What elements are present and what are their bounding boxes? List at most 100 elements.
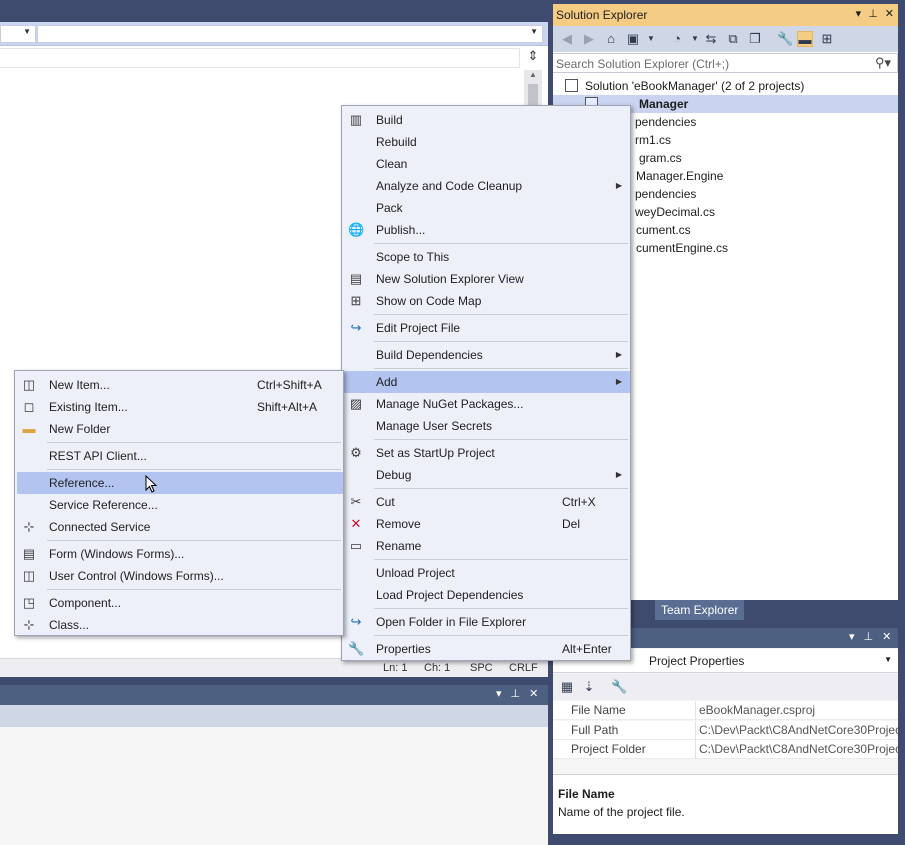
cut-icon: ✂: [350, 494, 362, 509]
menu-item-user-control[interactable]: ◫ User Control (Windows Forms)...: [17, 565, 343, 587]
menu-item-new-folder[interactable]: ▬ New Folder: [17, 418, 343, 440]
show-all-files-icon[interactable]: ❐: [747, 31, 763, 47]
edit-file-icon: ↪: [350, 320, 362, 335]
line-ending[interactable]: CRLF: [509, 662, 538, 674]
pending-changes-icon[interactable]: ◔: [669, 31, 685, 47]
dropdown-icon[interactable]: ▾: [849, 630, 855, 643]
menu-item-properties[interactable]: 🔧 Properties Alt+Enter: [344, 638, 630, 660]
menu-item-new-view[interactable]: ▤ New Solution Explorer View: [344, 268, 630, 290]
collapse-all-icon[interactable]: ⧉: [725, 31, 741, 47]
project-context-menu: ▥ Build Rebuild Clean Analyze and Code Cl…: [341, 105, 631, 661]
property-row[interactable]: Full Path C:\Dev\Packt\C8AndNetCore30Pro…: [553, 721, 898, 740]
menu-item-code-map[interactable]: ⊞ Show on Code Map: [344, 290, 630, 312]
solution-explorer-titlebar: Solution Explorer ▾ ⊥ ✕: [553, 4, 898, 26]
menu-item-service-reference[interactable]: Service Reference...: [17, 494, 343, 516]
description-title: File Name: [558, 787, 615, 801]
scroll-up-icon[interactable]: ▲: [529, 70, 537, 79]
menu-item-reference[interactable]: Reference...: [17, 472, 343, 494]
property-row[interactable]: Project Folder C:\Dev\Packt\C8AndNetCore…: [553, 740, 898, 759]
menu-item-connected-service[interactable]: ⊹ Connected Service: [17, 516, 343, 538]
menu-item-startup[interactable]: ⚙ Set as StartUp Project: [344, 442, 630, 464]
close-icon[interactable]: ✕: [885, 7, 894, 20]
menu-item-build-deps[interactable]: Build Dependencies ▶: [344, 344, 630, 366]
wrench-icon[interactable]: 🔧: [777, 31, 793, 47]
menu-item-edit-project[interactable]: ↪ Edit Project File: [344, 317, 630, 339]
tree-item-solution[interactable]: Solution 'eBookManager' (2 of 2 projects…: [553, 77, 898, 95]
menu-item-build[interactable]: ▥ Build: [344, 109, 630, 131]
remove-icon: ✕: [350, 516, 362, 531]
menu-item-remove[interactable]: ✕ Remove Del: [344, 513, 630, 535]
line-number: Ln: 1: [383, 662, 408, 674]
project-combo[interactable]: ▼: [0, 25, 36, 43]
menu-item-load-deps[interactable]: Load Project Dependencies: [344, 584, 630, 606]
pin-icon[interactable]: ⊥: [864, 630, 874, 643]
menu-item-add[interactable]: Add ▶: [344, 371, 630, 393]
menu-separator: [47, 589, 341, 590]
menu-item-rest-api[interactable]: REST API Client...: [17, 445, 343, 467]
home-icon[interactable]: ⌂: [603, 31, 619, 47]
wrench-icon[interactable]: 🔧: [611, 679, 627, 695]
menu-item-unload[interactable]: Unload Project: [344, 562, 630, 584]
code-map-icon[interactable]: ⊞: [819, 31, 835, 47]
menu-item-clean[interactable]: Clean: [344, 153, 630, 175]
close-icon[interactable]: ✕: [529, 687, 538, 700]
menu-item-rename[interactable]: ▭ Rename: [344, 535, 630, 557]
sync-icon[interactable]: ⇆: [703, 31, 719, 47]
close-icon[interactable]: ✕: [882, 630, 891, 643]
alphabetical-icon[interactable]: ⇣: [581, 679, 597, 695]
property-description: File Name Name of the project file.: [553, 774, 898, 834]
menu-separator: [47, 442, 341, 443]
forward-icon[interactable]: ▶: [581, 31, 597, 47]
back-icon[interactable]: ◀: [559, 31, 575, 47]
tab-team-explorer[interactable]: Team Explorer: [655, 600, 745, 620]
menu-item-rebuild[interactable]: Rebuild: [344, 131, 630, 153]
menu-item-open-folder[interactable]: ↪ Open Folder in File Explorer: [344, 611, 630, 633]
menu-item-debug[interactable]: Debug ▶: [344, 464, 630, 486]
preview-icon[interactable]: ▬: [797, 31, 813, 47]
chevron-down-icon[interactable]: ▼: [643, 31, 659, 47]
menu-separator: [374, 243, 628, 244]
menu-separator: [374, 608, 628, 609]
build-icon: ▥: [349, 112, 363, 127]
chevron-down-icon[interactable]: ▼: [687, 31, 703, 47]
rename-icon: ▭: [349, 538, 363, 553]
menu-item-pack[interactable]: Pack: [344, 197, 630, 219]
member-combo[interactable]: ▼: [37, 25, 543, 43]
whitespace-mode[interactable]: SPC: [470, 662, 493, 674]
menu-separator: [374, 488, 628, 489]
user-control-icon: ◫: [22, 568, 36, 583]
menu-item-scope[interactable]: Scope to This: [344, 246, 630, 268]
output-panel-header: ▾ ⊥ ✕: [0, 685, 548, 705]
mouse-cursor-icon: [145, 475, 157, 493]
property-row[interactable]: File Name eBookManager.csproj: [553, 701, 898, 720]
menu-item-component[interactable]: ◳ Component...: [17, 592, 343, 614]
submenu-arrow-icon: ▶: [615, 377, 622, 386]
new-item-icon: ◫: [22, 377, 36, 392]
chevron-down-icon: ▼: [23, 27, 31, 36]
switch-views-icon[interactable]: ▣: [625, 31, 641, 47]
open-folder-icon: ↪: [350, 614, 362, 629]
pin-icon[interactable]: ⊥: [511, 687, 521, 700]
menu-separator: [374, 635, 628, 636]
menu-item-analyze[interactable]: Analyze and Code Cleanup ▶: [344, 175, 630, 197]
menu-separator: [47, 469, 341, 470]
categorized-icon[interactable]: ▦: [559, 679, 575, 695]
menu-item-class[interactable]: ⊹ Class...: [17, 614, 343, 636]
menu-item-form[interactable]: ▤ Form (Windows Forms)...: [17, 543, 343, 565]
wrench-icon: 🔧: [348, 641, 365, 656]
globe-icon: 🌐: [348, 222, 365, 237]
split-window-button[interactable]: ⇕: [524, 48, 542, 66]
dropdown-icon[interactable]: ▾: [856, 7, 862, 20]
menu-item-nuget[interactable]: ▨ Manage NuGet Packages...: [344, 393, 630, 415]
editor-current-line[interactable]: [0, 48, 520, 68]
solution-explorer-search[interactable]: Search Solution Explorer (Ctrl+;) ⚲▾: [553, 53, 898, 73]
menu-item-user-secrets[interactable]: Manage User Secrets: [344, 415, 630, 437]
menu-item-cut[interactable]: ✂ Cut Ctrl+X: [344, 491, 630, 513]
pin-icon[interactable]: ⊥: [868, 7, 878, 20]
submenu-arrow-icon: ▶: [615, 181, 622, 190]
menu-item-existing-item[interactable]: ◻ Existing Item... Shift+Alt+A: [17, 396, 343, 418]
menu-item-publish[interactable]: 🌐 Publish...: [344, 219, 630, 241]
menu-item-new-item[interactable]: ◫ New Item... Ctrl+Shift+A: [17, 374, 343, 396]
dropdown-icon[interactable]: ▾: [496, 687, 502, 700]
search-icon[interactable]: ⚲▾: [875, 55, 891, 71]
